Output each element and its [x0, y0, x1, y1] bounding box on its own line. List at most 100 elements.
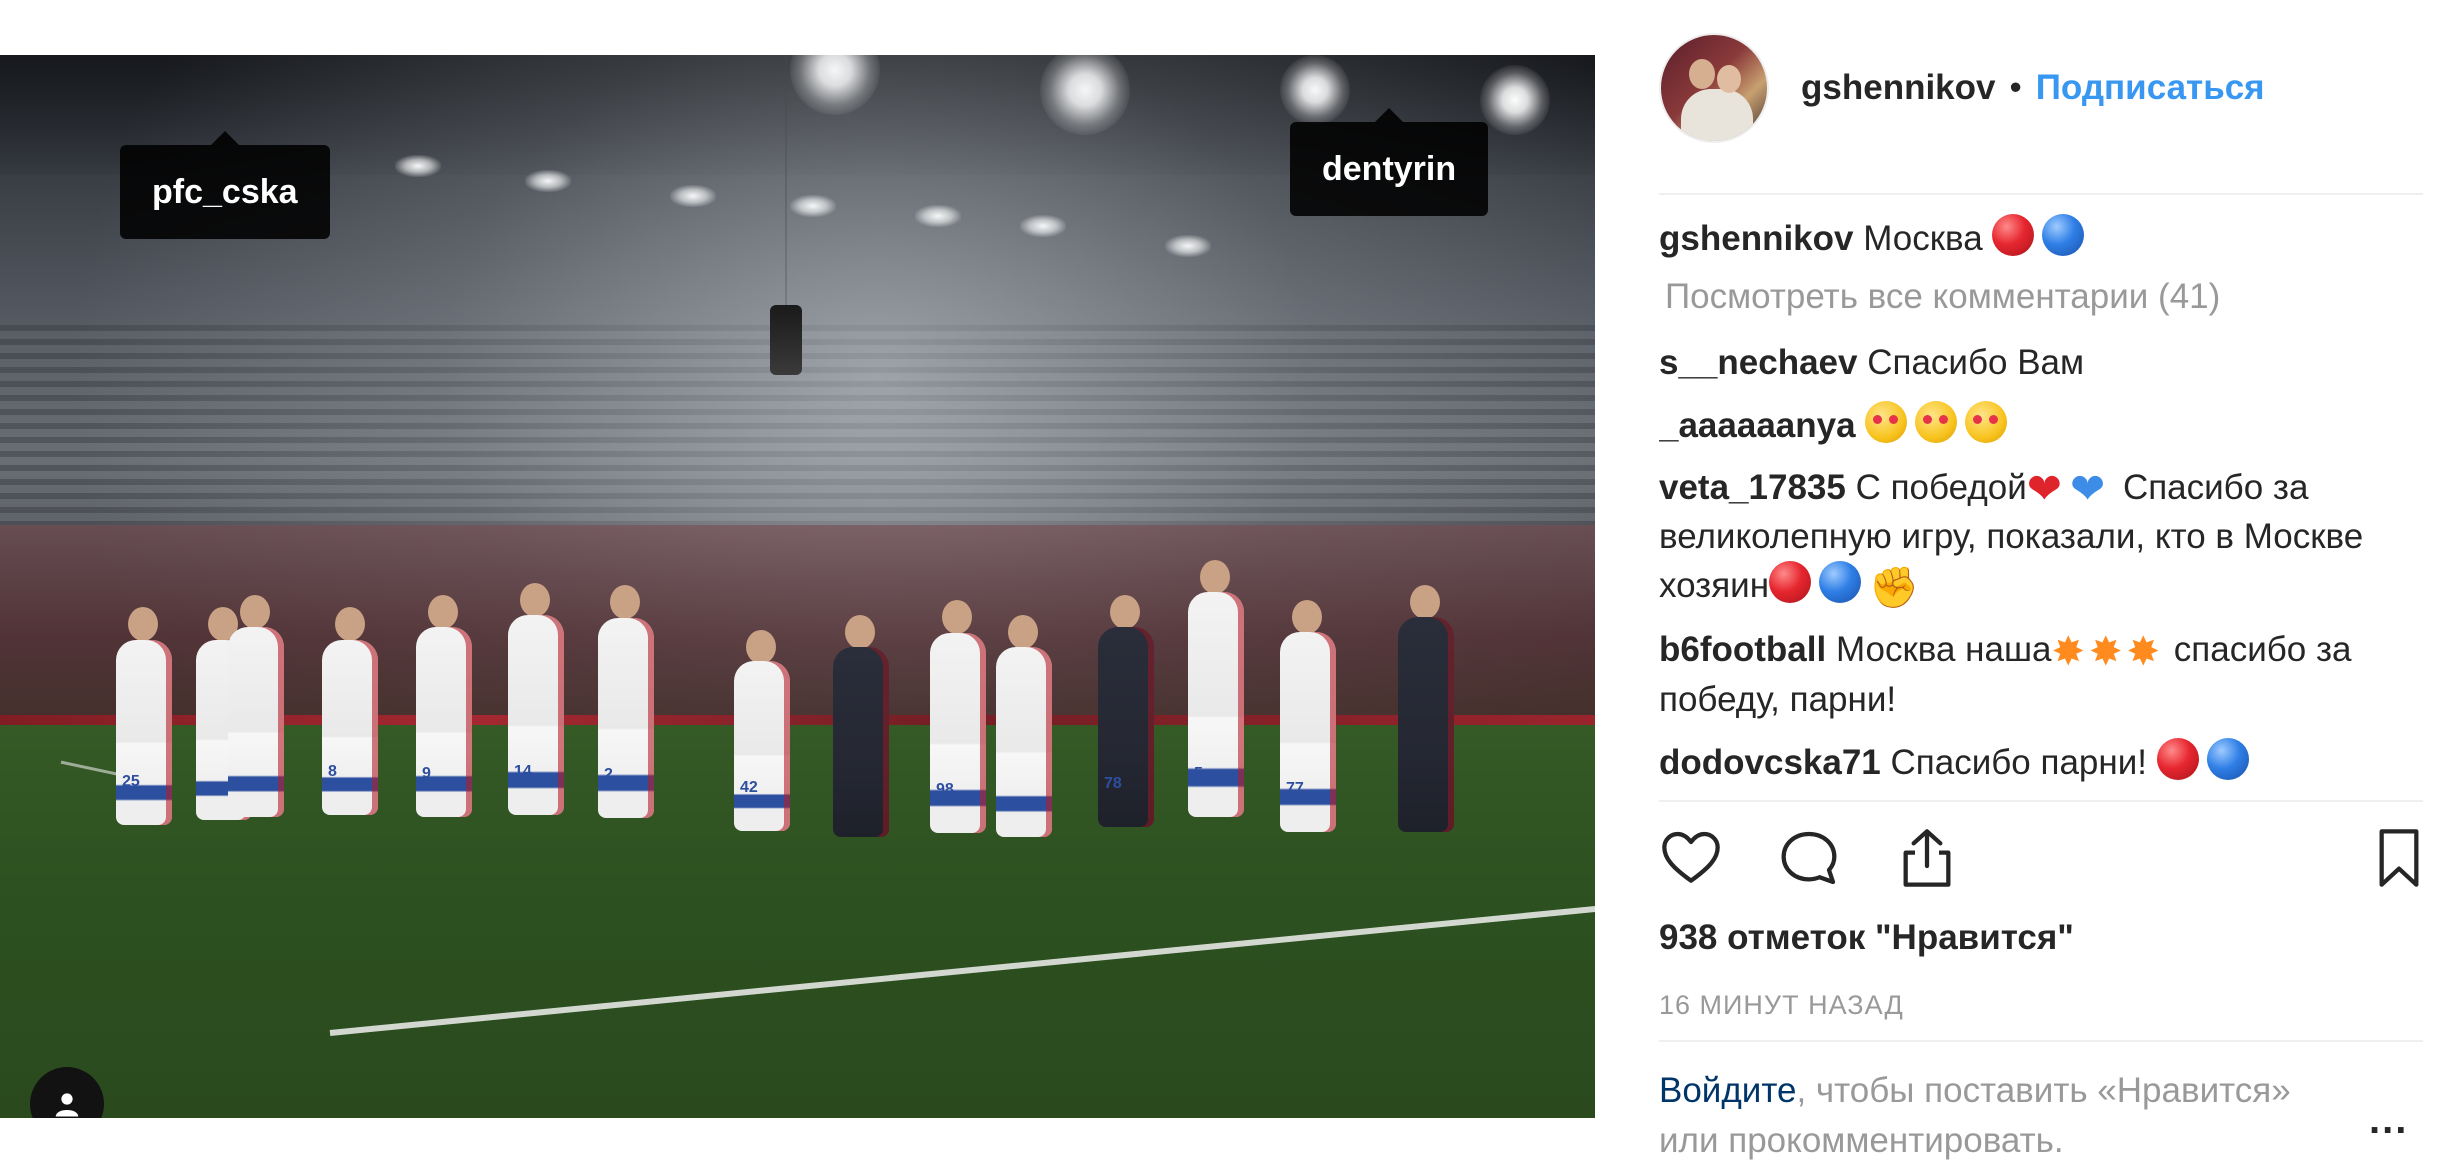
player-head: [1410, 585, 1440, 619]
photo-tag-pfc-cska[interactable]: pfc_cska: [120, 131, 330, 239]
comment-item: _aaaaaanya: [1659, 401, 2446, 450]
user-tag-icon: [55, 1093, 79, 1117]
blue-heart-emoji: ❤: [2070, 465, 2106, 512]
player: [996, 647, 1052, 837]
player: [833, 647, 889, 837]
likes-count[interactable]: 938 отметок "Нравится": [1659, 918, 2074, 958]
spider-camera: [770, 305, 802, 375]
flexed-biceps-emoji: ✊: [1869, 566, 1919, 610]
jersey-number: 25: [122, 773, 140, 790]
jersey-number: 9: [422, 765, 431, 782]
avatar[interactable]: [1659, 33, 1769, 143]
comment-item: b6football Москва наша✸ ✸ ✸ спасибо за поб…: [1659, 626, 2446, 724]
player-head: [942, 600, 972, 634]
player-head: [240, 595, 270, 629]
comment-username[interactable]: dodovcska71: [1659, 743, 1881, 782]
divider: [1659, 800, 2423, 802]
player: 2: [598, 618, 654, 818]
post-time[interactable]: 16 минут назад: [1659, 990, 1904, 1021]
player-head: [428, 595, 458, 629]
comment-item: s__nechaev Спасибо Вам: [1659, 339, 2446, 387]
caption: gshennikov Москва: [1659, 214, 2446, 263]
player-head: [845, 615, 875, 649]
heart-eyes-cat-emoji: [1865, 401, 1908, 443]
avatar-face: [1717, 65, 1741, 93]
comment-text: Спасибо парни!: [1890, 743, 2147, 782]
comments-list: gshennikov Москва Посмотреть все коммент…: [1659, 214, 2446, 798]
player-head: [1292, 600, 1322, 634]
share-upload-icon: [1903, 829, 1951, 887]
player: 8: [322, 640, 378, 815]
comment-button[interactable]: [1777, 826, 1841, 890]
player: 5: [1188, 592, 1244, 817]
comment-text: Спасибо Вам: [1867, 343, 2085, 382]
login-prompt: Войдите, чтобы поставить «Нравится» или …: [1659, 1066, 2359, 1166]
view-all-comments-link[interactable]: Посмотреть все комментарии (41): [1665, 277, 2446, 317]
collision-emoji: ✸: [2051, 630, 2086, 674]
more-options-button[interactable]: ...: [2369, 1098, 2408, 1143]
post-photo[interactable]: 25 8 9 14 2 42 98 78 5 77 pfc_cska denty…: [0, 55, 1595, 1118]
action-bar: [1659, 826, 2423, 890]
caption-text: Москва: [1863, 219, 1983, 258]
red-circle-emoji: [2156, 738, 2199, 780]
comment-username[interactable]: b6football: [1659, 630, 1826, 669]
avatar-face: [1689, 59, 1715, 89]
collision-emoji: ✸: [2126, 630, 2161, 674]
jersey-number: 14: [514, 763, 532, 780]
player: [1398, 617, 1454, 832]
comment-item: dodovcska71 Спасибо парни!: [1659, 738, 2446, 787]
player: 9: [416, 627, 472, 817]
bookmark-icon: [2379, 829, 2419, 887]
login-link[interactable]: Войдите: [1659, 1071, 1796, 1110]
blue-circle-emoji: [2206, 738, 2249, 780]
red-circle-emoji: [1769, 561, 1812, 603]
blue-circle-emoji: [2042, 214, 2085, 256]
red-circle-emoji: [1992, 214, 2035, 256]
caption-username[interactable]: gshennikov: [1659, 219, 1853, 258]
heart-outline-icon: [1662, 831, 1720, 883]
player: 77: [1280, 632, 1336, 832]
follow-button[interactable]: Подписаться: [2036, 68, 2265, 108]
heart-eyes-cat-emoji: [1915, 401, 1958, 443]
jersey-number: 5: [1194, 765, 1203, 782]
separator-dot: •: [2009, 68, 2022, 107]
like-button[interactable]: [1659, 826, 1723, 890]
share-button[interactable]: [1895, 826, 1959, 890]
jersey-number: 8: [328, 763, 337, 780]
comment-username[interactable]: veta_17835: [1659, 468, 1846, 507]
post-username[interactable]: gshennikov: [1801, 68, 1995, 108]
save-button[interactable]: [2367, 826, 2431, 890]
post-header: gshennikov • Подписаться: [1659, 28, 2265, 148]
red-heart-emoji: ❤: [2026, 465, 2062, 512]
player-head: [1200, 560, 1230, 594]
comment-username[interactable]: _aaaaaanya: [1659, 406, 1856, 445]
player-head: [128, 607, 158, 641]
player-head: [1110, 595, 1140, 629]
player-head: [520, 583, 550, 617]
blue-circle-emoji: [1819, 561, 1862, 603]
player: 42: [734, 661, 790, 831]
post-side-panel: gshennikov • Подписаться gshennikov Моск…: [1595, 0, 2446, 1168]
comment-item: veta_17835 С победой❤ ❤ Спасибо за велико…: [1659, 464, 2446, 612]
player-head: [1008, 615, 1038, 649]
comment-text: Москва наша: [1835, 630, 2052, 669]
player: 25: [116, 640, 172, 825]
photo-tag-dentyrin[interactable]: dentyrin: [1290, 108, 1489, 216]
player-head: [746, 630, 776, 664]
jersey-number: 98: [936, 781, 954, 798]
jersey-number: 2: [604, 766, 613, 783]
jersey-number: 42: [740, 779, 758, 796]
player: 98: [930, 633, 986, 833]
divider: [1659, 193, 2423, 195]
jersey-number: 78: [1104, 775, 1122, 792]
player: 78: [1098, 627, 1154, 827]
player-head: [610, 585, 640, 619]
divider: [1659, 1040, 2423, 1042]
comment-username[interactable]: s__nechaev: [1659, 343, 1857, 382]
comment-bubble-icon: [1781, 831, 1837, 885]
player-head: [335, 607, 365, 641]
avatar-body: [1681, 89, 1753, 141]
player: [228, 627, 284, 817]
jersey-number: 77: [1286, 780, 1304, 797]
heart-eyes-cat-emoji: [1965, 401, 2008, 443]
